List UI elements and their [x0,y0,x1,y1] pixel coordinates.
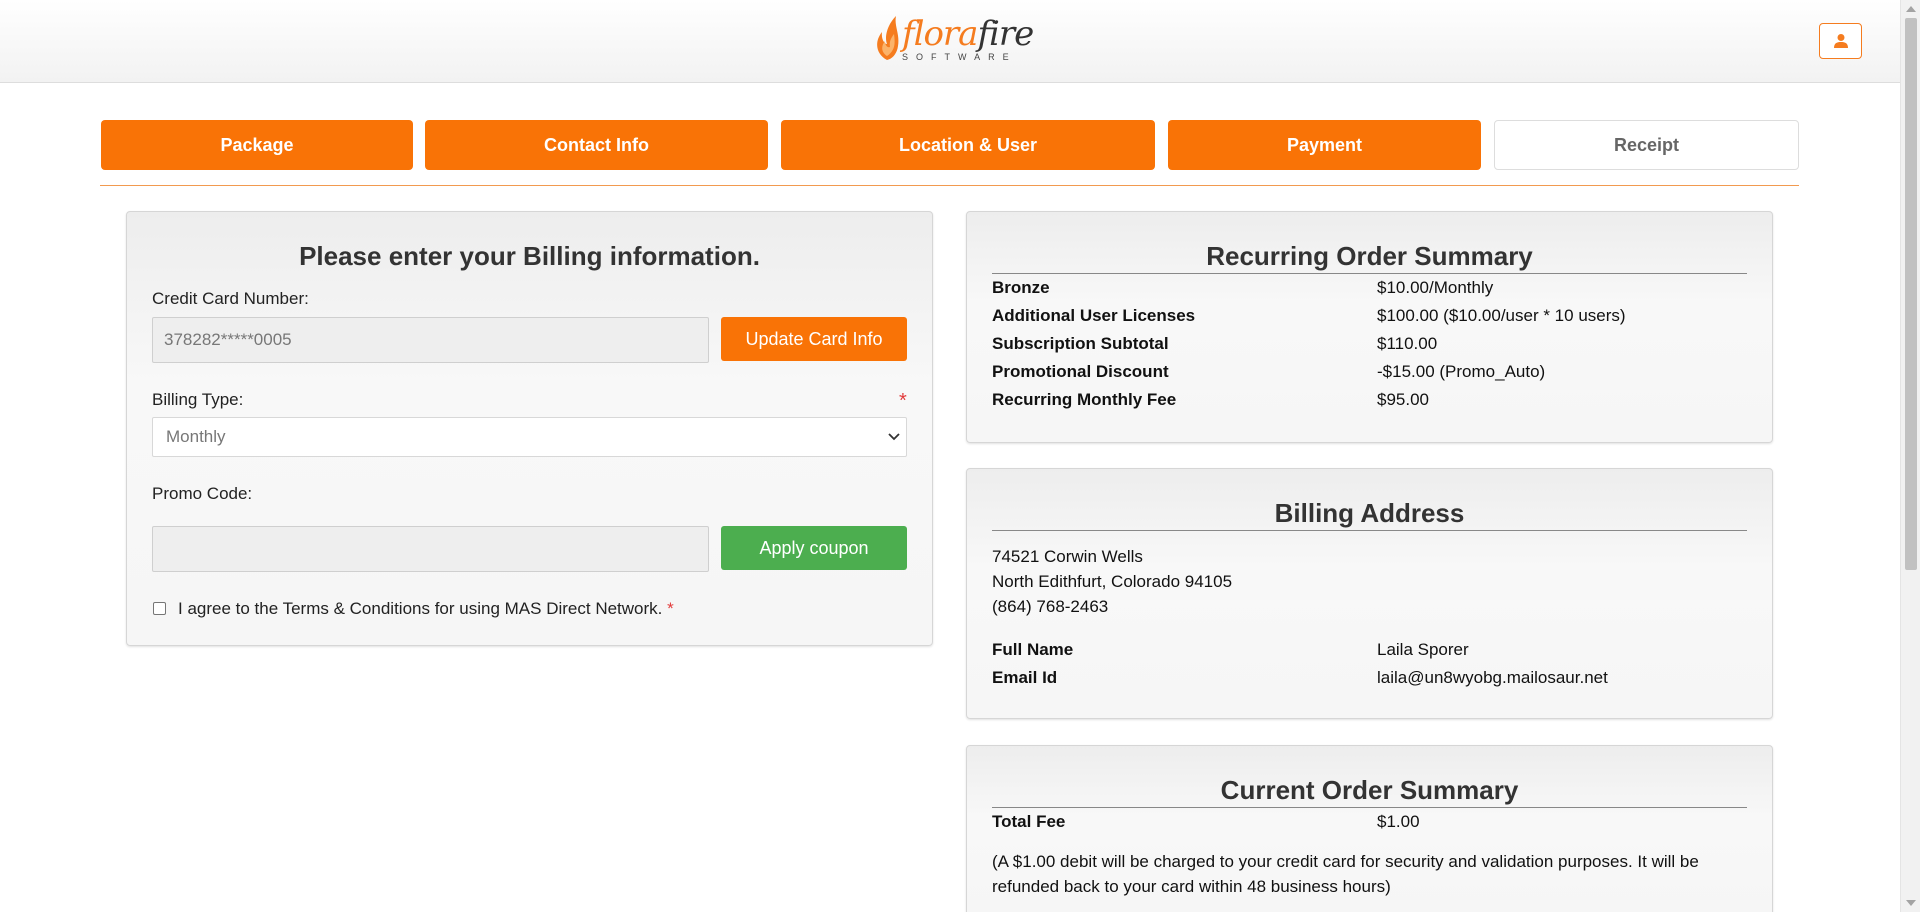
address-line-2: North Edithfurt, Colorado 94105 [992,572,1233,591]
florafire-logo[interactable]: florafire SOFTWARE [872,12,1034,64]
update-card-button[interactable]: Update Card Info [721,317,907,361]
user-account-button[interactable] [1819,23,1862,59]
email-value: laila@un8wyobg.mailosaur.net [1377,668,1608,687]
promo-code-input[interactable] [152,526,709,572]
billing-type-select[interactable]: Monthly [152,417,907,457]
required-marker: * [899,390,907,412]
summary-row-value: $100.00 ($10.00/user * 10 users) [1377,306,1626,325]
step-package[interactable]: Package [101,120,413,170]
billing-address-divider [992,530,1747,531]
summary-row-key: Bronze [992,278,1050,297]
debit-note-line-1: (A $1.00 debit will be charged to your c… [992,852,1699,871]
billing-form-title: Please enter your Billing information. [299,241,760,271]
vertical-scrollbar[interactable] [1900,0,1920,912]
summary-row-value: $110.00 [1377,334,1438,353]
summary-row-key: Additional User Licenses [992,306,1196,325]
debit-note-line-2: refunded back to your card within 48 bus… [992,877,1391,896]
recurring-summary-divider [992,273,1747,274]
full-name-label: Full Name [992,640,1074,659]
total-fee-label: Total Fee [992,812,1066,831]
scroll-down-icon[interactable] [1906,900,1916,906]
summary-row-key: Recurring Monthly Fee [992,390,1177,409]
apply-coupon-button[interactable]: Apply coupon [721,526,907,570]
current-summary-title: Current Order Summary [1220,775,1519,805]
terms-checkbox[interactable] [153,602,166,615]
flame-icon [877,16,899,60]
step-location-user[interactable]: Location & User [781,120,1155,170]
scroll-up-icon[interactable] [1906,6,1916,12]
billing-type-label: Billing Type: [152,390,244,409]
billing-type-value: Monthly [166,427,226,446]
chevron-down-icon [888,433,900,441]
step-receipt[interactable]: Receipt [1494,120,1799,170]
email-label: Email Id [992,668,1058,687]
recurring-summary-title: Recurring Order Summary [1206,241,1533,271]
summary-row-value: $10.00/Monthly [1377,278,1494,297]
summary-row-value: $95.00 [1377,390,1429,409]
user-icon [1833,34,1848,48]
summary-row-key: Subscription Subtotal [992,334,1169,353]
address-line-1: 74521 Corwin Wells [992,547,1143,566]
total-fee-value: $1.00 [1377,812,1420,831]
address-phone: (864) 768-2463 [992,597,1109,616]
current-summary-divider [992,807,1747,808]
card-number-label: Credit Card Number: [152,289,309,308]
step-contact-info[interactable]: Contact Info [425,120,768,170]
terms-required-marker: * [667,599,674,618]
step-payment[interactable]: Payment [1168,120,1481,170]
top-header: florafire SOFTWARE [0,0,1900,83]
summary-row-key: Promotional Discount [992,362,1169,381]
full-name-value: Laila Sporer [1377,640,1469,659]
billing-address-title: Billing Address [1274,498,1465,528]
logo-wordmark: florafire [902,14,1034,54]
logo-tagline: SOFTWARE [902,52,1017,62]
summary-row-value: -$15.00 (Promo_Auto) [1377,362,1546,381]
terms-label: I agree to the Terms & Conditions for us… [178,599,674,618]
promo-code-label: Promo Code: [152,484,253,503]
scroll-thumb[interactable] [1905,18,1917,570]
card-number-field[interactable]: 378282*****0005 [152,317,709,363]
steps-divider [100,185,1799,186]
